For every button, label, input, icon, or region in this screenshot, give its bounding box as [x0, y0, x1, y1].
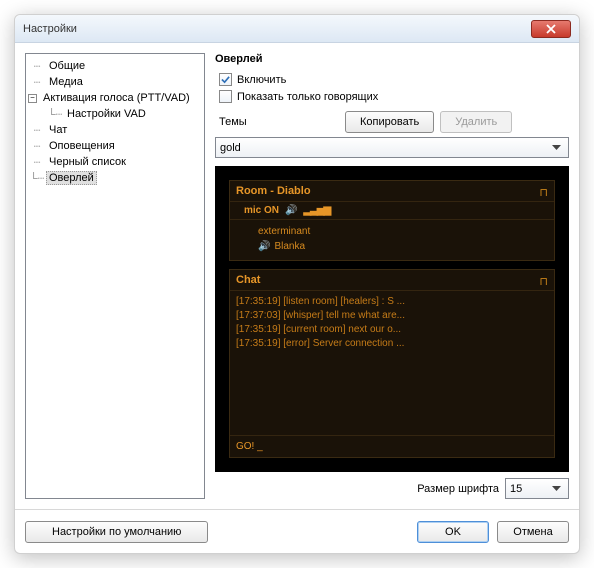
copy-button[interactable]: Копировать	[345, 111, 434, 133]
mic-label: mic ON	[244, 205, 279, 216]
cancel-button[interactable]: Отмена	[497, 521, 569, 543]
tree-collapse-icon[interactable]: −	[28, 94, 37, 103]
pin-icon: ⊓	[539, 275, 548, 288]
close-icon	[546, 24, 556, 34]
room-title: Room - Diablo	[230, 181, 554, 202]
chat-line: [17:35:19] [listen room] [healers] : S .…	[236, 295, 548, 309]
tree-item-general[interactable]: ┈ Общие	[28, 58, 202, 74]
enable-label: Включить	[237, 74, 286, 86]
window-title: Настройки	[23, 23, 531, 35]
speaker-icon: 🔊	[258, 241, 270, 252]
close-button[interactable]	[531, 20, 571, 38]
check-icon	[221, 75, 230, 84]
preview-chat-panel: ⊓ Chat [17:35:19] [listen room] [healers…	[229, 269, 555, 458]
settings-window: Настройки ┈ Общие ┈ Медиа − Активация го…	[14, 14, 580, 554]
fontsize-value: 15	[510, 483, 549, 495]
tree-item-chat[interactable]: ┈ Чат	[28, 122, 202, 138]
defaults-button[interactable]: Настройки по умолчанию	[25, 521, 208, 543]
chat-input-preview: GO! _	[230, 435, 554, 457]
delete-button: Удалить	[440, 111, 512, 133]
chat-line: [17:35:19] [error] Server connection ...	[236, 337, 548, 351]
section-title: Оверлей	[215, 53, 569, 65]
show-speaking-label: Показать только говорящих	[237, 91, 378, 103]
enable-checkbox-row[interactable]: Включить	[219, 73, 569, 86]
ok-button[interactable]: OK	[417, 521, 489, 543]
chevron-down-icon	[549, 139, 564, 156]
user-row: 🔊Blanka	[258, 239, 548, 254]
tree-item-vad-settings[interactable]: └┈ Настройки VAD	[28, 106, 202, 122]
tree-item-blacklist[interactable]: ┈ Черный список	[28, 154, 202, 170]
chat-line: [17:35:19] [current room] next our o...	[236, 323, 548, 337]
tree-item-voice-activation[interactable]: − Активация голоса (PTT/VAD)	[28, 90, 202, 106]
titlebar[interactable]: Настройки	[15, 15, 579, 43]
theme-select[interactable]: gold	[215, 137, 569, 158]
show-speaking-checkbox-row[interactable]: Показать только говорящих	[219, 90, 569, 103]
pin-icon: ⊓	[539, 186, 548, 199]
user-row: exterminant	[258, 224, 548, 239]
tree-item-overlay[interactable]: └┈ Оверлей	[28, 170, 202, 186]
chat-line: [17:37:03] [whisper] tell me what are...	[236, 309, 548, 323]
preview-room-panel: ⊓ Room - Diablo mic ON 🔊 ▂▃▅▆ exterminan…	[229, 180, 555, 261]
fontsize-label: Размер шрифта	[417, 483, 499, 495]
theme-value: gold	[220, 142, 549, 154]
show-speaking-checkbox[interactable]	[219, 90, 232, 103]
enable-checkbox[interactable]	[219, 73, 232, 86]
chevron-down-icon	[549, 480, 564, 497]
signal-icon: ▂▃▅▆	[303, 205, 330, 216]
tree-item-media[interactable]: ┈ Медиа	[28, 74, 202, 90]
fontsize-select[interactable]: 15	[505, 478, 569, 499]
overlay-preview: ⊓ Room - Diablo mic ON 🔊 ▂▃▅▆ exterminan…	[215, 166, 569, 472]
themes-label: Темы	[215, 116, 339, 128]
speaker-icon: 🔊	[285, 205, 297, 216]
nav-tree[interactable]: ┈ Общие ┈ Медиа − Активация голоса (PTT/…	[25, 53, 205, 499]
tree-item-notifications[interactable]: ┈ Оповещения	[28, 138, 202, 154]
chat-title: Chat	[230, 270, 554, 291]
